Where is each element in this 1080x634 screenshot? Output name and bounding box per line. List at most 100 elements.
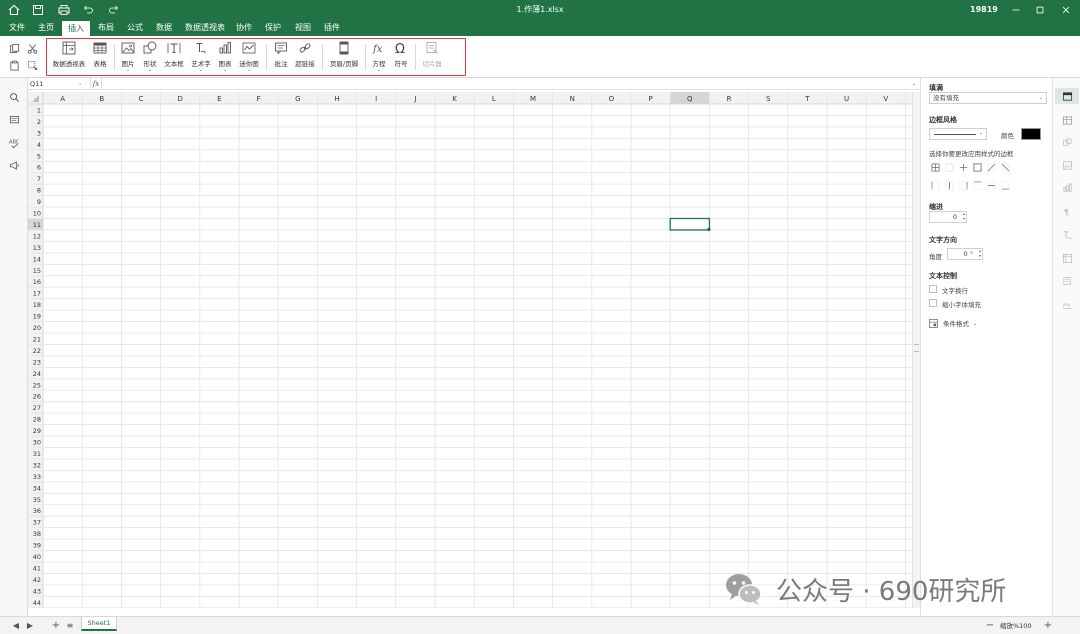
row-header[interactable]: 1 bbox=[37, 106, 41, 114]
grid-canvas[interactable]: A B C D E F G H I J K L M N O P Q R S T U V123456789101112131… bbox=[28, 92, 912, 608]
row-header[interactable]: 34 bbox=[33, 484, 41, 492]
slicer-settings-icon[interactable] bbox=[1060, 274, 1074, 288]
row-header[interactable]: 15 bbox=[33, 267, 41, 275]
row-header[interactable]: 9 bbox=[37, 198, 41, 206]
column-header[interactable]: L bbox=[492, 95, 496, 103]
menu-data[interactable]: 数据 bbox=[152, 20, 176, 36]
menu-formula[interactable]: 公式 bbox=[123, 20, 147, 36]
inner-horizontal-border-icon[interactable] bbox=[986, 180, 996, 190]
next-sheet-icon[interactable]: ▶ bbox=[24, 620, 36, 632]
column-header[interactable]: K bbox=[452, 95, 457, 103]
signature-settings-icon[interactable] bbox=[1060, 297, 1074, 311]
inner-borders-icon[interactable] bbox=[958, 162, 968, 172]
minimize-icon[interactable] bbox=[1008, 2, 1024, 18]
search-icon[interactable] bbox=[7, 90, 21, 104]
chart-settings-icon[interactable] bbox=[1060, 180, 1074, 194]
row-header[interactable]: 37 bbox=[33, 519, 41, 527]
feedback-icon[interactable] bbox=[7, 158, 21, 172]
copy-icon[interactable] bbox=[7, 41, 21, 55]
row-header[interactable]: 25 bbox=[33, 381, 41, 389]
table-settings-icon[interactable] bbox=[1060, 113, 1074, 127]
menu-pivot-table[interactable]: 数据透视表 bbox=[182, 20, 228, 36]
stepper-arrows-icon[interactable]: ▴ ▾ bbox=[979, 248, 981, 258]
stepper-arrows-icon[interactable]: ▴ ▾ bbox=[963, 211, 965, 221]
inner-vertical-border-icon[interactable] bbox=[944, 180, 954, 190]
row-header[interactable]: 12 bbox=[33, 232, 41, 240]
pivot-settings-icon[interactable] bbox=[1060, 251, 1074, 265]
insert-function-button[interactable]: fx bbox=[90, 78, 102, 90]
sparkline-button[interactable]: 迷你图 ⌄ bbox=[237, 41, 261, 73]
vertical-scrollbar[interactable] bbox=[912, 92, 920, 608]
column-header[interactable]: P bbox=[648, 95, 652, 103]
border-style-select[interactable]: ⌄ bbox=[929, 128, 987, 140]
row-header[interactable]: 2 bbox=[37, 118, 41, 126]
row-header[interactable]: 39 bbox=[33, 542, 41, 550]
equation-button[interactable]: fx 方程 ⌄ bbox=[369, 41, 389, 73]
row-header[interactable]: 4 bbox=[37, 141, 41, 149]
indent-stepper[interactable]: 0 ▴ ▾ bbox=[929, 211, 967, 223]
menu-protect[interactable]: 保护 bbox=[261, 20, 285, 36]
row-header[interactable]: 42 bbox=[33, 576, 41, 584]
row-header[interactable]: 8 bbox=[37, 187, 41, 195]
menu-view[interactable]: 视图 bbox=[291, 20, 315, 36]
diagonal-up-border-icon[interactable] bbox=[986, 162, 996, 172]
maximize-icon[interactable] bbox=[1032, 2, 1048, 18]
row-header[interactable]: 32 bbox=[33, 461, 41, 469]
chart-button[interactable]: 图表 ⌄ bbox=[215, 41, 235, 73]
row-header[interactable]: 31 bbox=[33, 450, 41, 458]
menu-file[interactable]: 文件 bbox=[6, 20, 28, 36]
row-header[interactable]: 7 bbox=[37, 175, 41, 183]
row-header[interactable]: 17 bbox=[33, 290, 41, 298]
hyperlink-button[interactable]: 超链接 bbox=[293, 41, 317, 73]
border-color-swatch[interactable] bbox=[1021, 128, 1041, 140]
menu-insert[interactable]: 插入 bbox=[62, 21, 90, 36]
text-art-button[interactable]: 艺术字 ⌄ bbox=[189, 41, 213, 73]
conditional-format-button[interactable]: 条件格式 ⌄ bbox=[929, 318, 1039, 330]
row-header[interactable]: 36 bbox=[33, 507, 41, 515]
pivot-table-button[interactable]: 数据透视表 bbox=[50, 41, 88, 73]
row-header[interactable]: 13 bbox=[33, 244, 41, 252]
row-header[interactable]: 24 bbox=[33, 370, 41, 378]
table-button[interactable]: 表格 bbox=[90, 41, 110, 73]
text-art-settings-icon[interactable] bbox=[1060, 228, 1074, 242]
header-footer-button[interactable]: 页眉/页脚 bbox=[327, 41, 361, 73]
column-header[interactable]: C bbox=[139, 95, 144, 103]
row-header[interactable]: 5 bbox=[37, 152, 41, 160]
row-header[interactable]: 16 bbox=[33, 278, 41, 286]
fill-select[interactable]: 没有填充 ⌄ bbox=[929, 92, 1047, 104]
column-header[interactable]: D bbox=[178, 95, 183, 103]
spreadsheet-grid[interactable]: A B C D E F G H I J K L M N O P Q R S T U V 1 2 3 4 5 6 7 8 9 10 11 12 13 1… bbox=[28, 92, 912, 608]
column-header[interactable]: U bbox=[844, 95, 849, 103]
row-header[interactable]: 22 bbox=[33, 347, 41, 355]
selected-cell[interactable] bbox=[669, 217, 711, 231]
symbol-button[interactable]: Ω 符号 bbox=[391, 41, 411, 73]
spellcheck-icon[interactable]: ABC bbox=[7, 136, 21, 150]
top-border-icon[interactable] bbox=[972, 180, 982, 190]
menu-layout[interactable]: 布局 bbox=[94, 20, 118, 36]
shape-settings-icon[interactable] bbox=[1060, 135, 1074, 149]
column-header[interactable]: I bbox=[375, 95, 377, 103]
row-header[interactable]: 26 bbox=[33, 393, 41, 401]
bottom-border-icon[interactable] bbox=[1000, 180, 1010, 190]
row-header[interactable]: 29 bbox=[33, 427, 41, 435]
menu-plugins[interactable]: 插件 bbox=[320, 20, 344, 36]
left-border-icon[interactable] bbox=[930, 180, 940, 190]
column-header[interactable]: F bbox=[257, 95, 261, 103]
zoom-in-icon[interactable]: + bbox=[1042, 620, 1054, 632]
angle-stepper[interactable]: 0 ° ▴ ▾ bbox=[947, 248, 983, 260]
right-border-icon[interactable] bbox=[958, 180, 968, 190]
sheet-list-icon[interactable]: ≡ bbox=[64, 620, 76, 632]
name-box-dropdown-icon[interactable]: ⌄ bbox=[78, 79, 82, 89]
all-borders-icon[interactable] bbox=[930, 162, 940, 172]
row-header[interactable]: 6 bbox=[37, 164, 41, 172]
menu-collaborate[interactable]: 协作 bbox=[232, 20, 256, 36]
diagonal-down-border-icon[interactable] bbox=[1000, 162, 1010, 172]
column-header[interactable]: N bbox=[570, 95, 575, 103]
row-header[interactable]: 33 bbox=[33, 473, 41, 481]
row-header[interactable]: 11 bbox=[33, 221, 41, 229]
row-header[interactable]: 43 bbox=[33, 587, 41, 595]
cell-settings-icon[interactable] bbox=[1055, 88, 1079, 104]
expand-formula-icon[interactable]: ⌄ bbox=[912, 79, 916, 89]
comments-icon[interactable] bbox=[7, 113, 21, 127]
image-settings-icon[interactable] bbox=[1060, 158, 1074, 172]
